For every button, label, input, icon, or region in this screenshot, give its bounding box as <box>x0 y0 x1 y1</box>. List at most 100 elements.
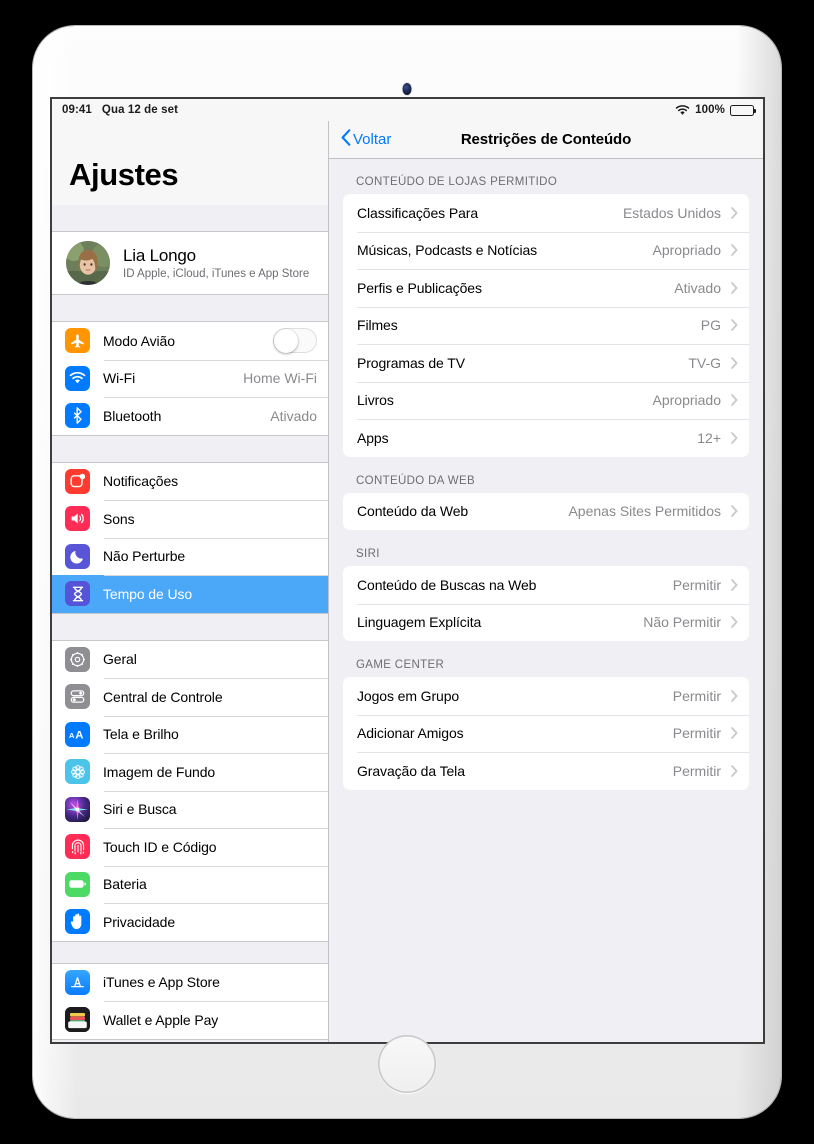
sidebar-item-label: Wi-Fi <box>103 370 136 387</box>
chevron-right-icon <box>730 689 738 702</box>
settings-row[interactable]: Apps 12+ <box>343 419 749 457</box>
sidebar-item-label: Geral <box>103 651 137 668</box>
row-value: TV-G <box>688 354 721 371</box>
chevron-right-icon <box>730 578 738 591</box>
sidebar-item-label: Bluetooth <box>103 407 162 424</box>
sidebar-item-itunes-e-app-store[interactable]: iTunes e App Store <box>52 963 328 1001</box>
home-button[interactable] <box>378 1035 436 1093</box>
row-label: Conteúdo da Web <box>357 503 469 520</box>
row-value: 12+ <box>697 429 721 446</box>
page-title: Ajustes <box>52 121 328 205</box>
row-value: Apropriado <box>652 392 722 409</box>
sidebar-item-label: Central de Controle <box>103 688 223 705</box>
settings-row[interactable]: Músicas, Podcasts e Notícias Apropriado <box>343 231 749 270</box>
hand-icon <box>65 909 90 935</box>
navigation-bar: Voltar Restrições de Conteúdo <box>329 121 763 159</box>
sidebar-item-value: Ativado <box>270 407 317 424</box>
row-value: Permitir <box>672 762 721 779</box>
gear-icon <box>65 646 90 672</box>
settings-row[interactable]: Jogos em Grupo Permitir <box>343 677 749 715</box>
airplane-mode-toggle[interactable] <box>273 328 317 354</box>
sidebar-item-label: Sons <box>103 510 135 527</box>
sidebar-item-wifi[interactable]: Wi-Fi Home Wi-Fi <box>52 359 328 397</box>
ipad-screen: 09:41 Qua 12 de set 100% Ajustes Lia Lon… <box>52 99 763 1042</box>
chevron-right-icon <box>730 281 738 294</box>
status-bar: 09:41 Qua 12 de set 100% <box>52 99 763 121</box>
row-label: Classificações Para <box>357 204 479 221</box>
section-card-game-center: Jogos em Grupo Permitir Adicionar Amigos… <box>343 677 749 790</box>
flower-icon <box>65 759 90 785</box>
sidebar-item-nao-perturbe[interactable]: Não Perturbe <box>52 537 328 575</box>
status-bar-right: 100% <box>675 104 757 116</box>
chevron-right-icon <box>730 764 738 777</box>
sidebar-item-tela-e-brilho[interactable]: AA Tela e Brilho <box>52 715 328 753</box>
sidebar-item-sons[interactable]: Sons <box>52 500 328 538</box>
chevron-left-icon <box>341 129 351 150</box>
text-size-icon: AA <box>65 721 90 747</box>
sidebar-item-bluetooth[interactable]: Bluetooth Ativado <box>52 397 328 435</box>
row-label: Músicas, Podcasts e Notícias <box>357 242 538 259</box>
sidebar-item-label: Imagem de Fundo <box>103 763 216 780</box>
row-value: Permitir <box>672 576 721 593</box>
chevron-right-icon <box>730 431 738 444</box>
section-header: GAME CENTER <box>356 659 445 671</box>
chevron-right-icon <box>730 727 738 740</box>
sidebar-item-apple-id[interactable]: Lia Longo ID Apple, iCloud, iTunes e App… <box>52 232 328 294</box>
sidebar-item-geral[interactable]: Geral <box>52 640 328 678</box>
svg-text:A: A <box>68 731 74 740</box>
wallet-icon <box>65 1007 90 1033</box>
sidebar-item-notificacoes[interactable]: Notificações <box>52 462 328 500</box>
settings-row[interactable]: Conteúdo de Buscas na Web Permitir <box>343 566 749 604</box>
sidebar-item-label: Wallet e Apple Pay <box>103 1011 219 1028</box>
sidebar-item-imagem-de-fundo[interactable]: Imagem de Fundo <box>52 753 328 791</box>
profile-name: Lia Longo <box>123 246 196 265</box>
settings-row[interactable]: Conteúdo da Web Apenas Sites Permitidos <box>343 493 749 531</box>
row-value: Apropriado <box>652 242 722 259</box>
sidebar-item-tempo-de-uso[interactable]: Tempo de Uso <box>52 575 328 613</box>
sidebar-item-wallet-e-apple-pay[interactable]: Wallet e Apple Pay <box>52 1001 328 1039</box>
sidebar-gap <box>52 941 328 963</box>
sidebar-item-modo-aviao[interactable]: Modo Avião <box>52 322 328 360</box>
sidebar-gap <box>52 205 328 231</box>
settings-row[interactable]: Gravação da Tela Permitir <box>343 752 749 790</box>
sidebar-item-privacidade[interactable]: Privacidade <box>52 903 328 941</box>
row-value: Permitir <box>672 725 721 742</box>
row-label: Perfis e Publicações <box>357 279 482 296</box>
settings-row[interactable]: Classificações Para Estados Unidos <box>343 194 749 232</box>
sidebar-item-label: Modo Avião <box>103 332 175 349</box>
sidebar-item-label: Bateria <box>103 876 147 893</box>
sidebar-item-central-de-controle[interactable]: Central de Controle <box>52 678 328 716</box>
settings-row[interactable]: Linguagem Explícita Não Permitir <box>343 603 749 642</box>
back-button[interactable]: Voltar <box>341 129 391 150</box>
chevron-right-icon <box>730 394 738 407</box>
row-value: Não Permitir <box>643 614 721 631</box>
sidebar-item-siri-e-busca[interactable]: Siri e Busca <box>52 790 328 828</box>
split-view: Ajustes Lia Longo ID Apple, iCloud, iTun… <box>52 121 763 1042</box>
sidebar-group-connectivity: Modo Avião Wi-Fi Home Wi-Fi Bluetooth At… <box>52 321 328 436</box>
section-header: CONTEÚDO DE LOJAS PERMITIDO <box>356 176 558 188</box>
settings-row[interactable]: Adicionar Amigos Permitir <box>343 714 749 753</box>
svg-text:A: A <box>75 730 83 741</box>
settings-sidebar[interactable]: Ajustes Lia Longo ID Apple, iCloud, iTun… <box>52 121 329 1042</box>
row-label: Programas de TV <box>357 354 465 371</box>
sidebar-item-label: Privacidade <box>103 913 176 930</box>
sidebar-gap <box>52 613 328 640</box>
settings-list[interactable]: CONTEÚDO DE LOJAS PERMITIDO Classificaçõ… <box>329 159 763 1042</box>
row-label: Conteúdo de Buscas na Web <box>357 576 537 593</box>
sidebar-item-touch-id-e-codigo[interactable]: Touch ID e Código <box>52 828 328 866</box>
row-value: PG <box>700 317 721 334</box>
settings-row[interactable]: Filmes PG <box>343 306 749 345</box>
chevron-right-icon <box>730 244 738 257</box>
section-card-siri: Conteúdo de Buscas na Web Permitir Lingu… <box>343 566 749 641</box>
settings-row[interactable]: Livros Apropriado <box>343 381 749 420</box>
section-card-web: Conteúdo da Web Apenas Sites Permitidos <box>343 492 749 531</box>
sidebar-gap <box>52 295 328 321</box>
moon-icon <box>65 543 90 569</box>
sidebar-group-profile: Lia Longo ID Apple, iCloud, iTunes e App… <box>52 231 328 295</box>
battery-percent: 100% <box>695 104 725 116</box>
sidebar-group-stores: iTunes e App Store Wallet e Apple Pay <box>52 962 328 1040</box>
sidebar-item-bateria[interactable]: Bateria <box>52 865 328 903</box>
settings-row[interactable]: Perfis e Publicações Ativado <box>343 269 749 307</box>
settings-row[interactable]: Programas de TV TV-G <box>343 344 749 382</box>
row-value: Ativado <box>674 279 721 296</box>
